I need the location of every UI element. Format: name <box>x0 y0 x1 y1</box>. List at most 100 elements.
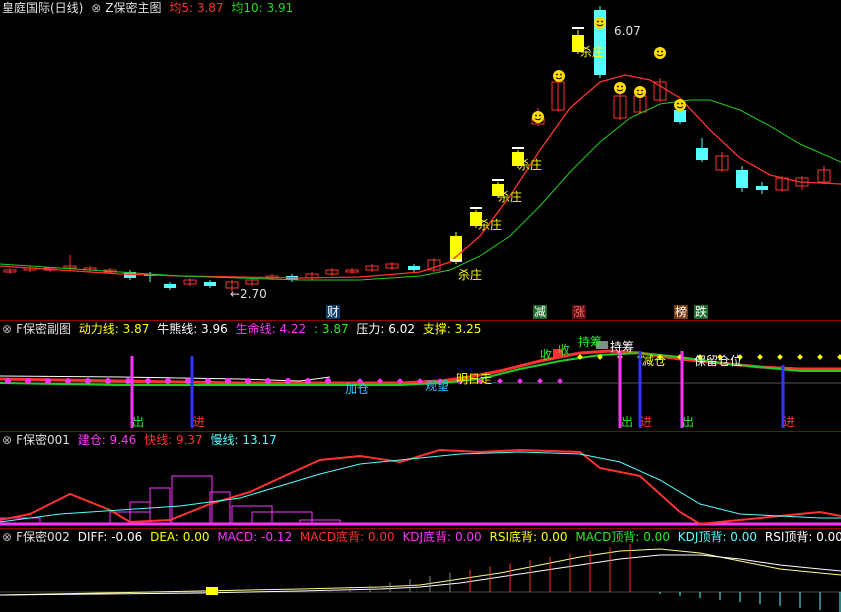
signal-dot <box>165 378 171 384</box>
signal-diamond <box>797 354 803 360</box>
sub-chart-1-panel[interactable]: ⊗ F保密副图 动力线: 3.87 牛熊线: 3.96 生命线: 4.22 : 3… <box>0 321 841 431</box>
kdj-bottom-readout: KDJ底背: 0.00 <box>402 530 482 544</box>
sub-chart-2-panel[interactable]: ⊗ F保密001 建仓: 9.46 快线: 9.37 慢线: 13.17 <box>0 432 841 528</box>
marker-bang: 榜 <box>674 305 689 319</box>
sub-chart-1-plot[interactable] <box>0 321 841 431</box>
build-bar <box>149 487 171 525</box>
signal-dash <box>572 27 584 29</box>
annotation-collect: 收 <box>558 343 571 357</box>
smiley-icon <box>674 99 686 111</box>
sub1-indicator-name[interactable]: F保密副图 <box>16 322 71 336</box>
annotation-add: 加仓 <box>345 382 370 396</box>
smiley-icon <box>634 86 646 98</box>
signal-dot <box>285 378 291 384</box>
sub-chart-2-header: ⊗ F保密001 建仓: 9.46 快线: 9.37 慢线: 13.17 <box>2 432 281 448</box>
signal-dot <box>225 378 231 384</box>
enter-signal-label: 进 <box>193 415 206 429</box>
dea-readout: DEA: 0.00 <box>150 530 210 544</box>
diff-readout: DIFF: -0.06 <box>77 530 143 544</box>
macd-bottom-readout: MACD底背: 0.00 <box>300 530 395 544</box>
dea-line <box>0 554 841 596</box>
annotation-rise: 明日走 <box>456 372 493 386</box>
annotation-hold: 持筹 <box>578 335 603 349</box>
low-price-label: ←2.70 <box>230 287 267 301</box>
fast-line-readout: 快线: 9.37 <box>144 433 203 447</box>
main-chart-panel[interactable]: 皇庭国际(日线) ⊗ Z保密主图 均5: 3.87 均10: 3.91 6.07 … <box>0 0 841 320</box>
bull-bear-readout: 牛熊线: 3.96 <box>157 322 228 336</box>
signal-dash <box>512 147 524 149</box>
signal-dot <box>145 378 151 384</box>
signal-dot <box>325 378 331 384</box>
smiley-icon-eye <box>641 89 643 92</box>
rsi-top-readout: RSI顶背: 0.00 <box>764 530 841 544</box>
candle-body <box>696 148 708 160</box>
smiley-icon-eye <box>677 102 679 105</box>
high-price-label: 6.07 <box>614 24 641 38</box>
exit-signal-label: 出 <box>621 415 634 429</box>
candle-body <box>756 186 768 190</box>
build-readout: 建仓: 9.46 <box>77 433 137 447</box>
annotation-watch: 观望 <box>425 379 450 393</box>
collapse-icon[interactable]: ⊗ <box>2 322 12 336</box>
collapse-icon[interactable]: ⊗ <box>2 530 12 544</box>
sub-chart-3-panel[interactable]: ⊗ F保密002 DIFF: -0.06 DEA: 0.00 MACD: -0.1… <box>0 529 841 612</box>
build-bar <box>209 491 231 525</box>
marker-die: 跌 <box>694 305 709 319</box>
ma10-line <box>0 99 841 281</box>
extra-readout: : 3.87 <box>314 322 349 336</box>
signal-dot <box>5 378 11 384</box>
smiley-icon-eye <box>661 50 663 53</box>
signal-dot <box>185 378 191 384</box>
pressure-readout: 压力: 6.02 <box>356 322 415 336</box>
sub-chart-1-header: ⊗ F保密副图 动力线: 3.87 牛熊线: 3.96 生命线: 4.22 : 3… <box>2 321 485 337</box>
annotation-collect: 收 <box>540 348 553 362</box>
smiley-icon <box>532 111 544 123</box>
candle-body <box>736 170 748 188</box>
candle-body <box>408 266 420 270</box>
build-bar <box>251 511 313 525</box>
signal-dot <box>45 378 51 384</box>
signal-dot <box>105 378 111 384</box>
signal-dot <box>25 378 31 384</box>
signal-diamond <box>837 354 841 360</box>
enter-signal-label: 进 <box>640 415 653 429</box>
smiley-icon <box>614 82 626 94</box>
power-line-readout: 动力线: 3.87 <box>78 322 150 336</box>
signal-dot <box>85 378 91 384</box>
smiley-icon-eye <box>560 73 562 76</box>
smiley-icon-eye <box>601 20 603 23</box>
kdj-top-readout: KDJ顶背: 0.00 <box>677 530 758 544</box>
candlestick-chart[interactable] <box>0 0 841 320</box>
signal-diamond <box>757 354 763 360</box>
sell-signal-label: 杀庄 <box>458 268 483 282</box>
fast-line <box>0 448 841 526</box>
collapse-icon[interactable]: ⊗ <box>2 433 12 447</box>
signal-dash <box>450 259 462 261</box>
smiley-icon <box>553 70 565 82</box>
sell-signal-label: 杀庄 <box>478 218 503 232</box>
sell-signal-label: 杀庄 <box>518 158 543 172</box>
sub3-indicator-name[interactable]: F保密002 <box>16 530 70 544</box>
diff-line <box>0 548 841 596</box>
candle-body <box>164 284 176 288</box>
signal-dot <box>305 378 311 384</box>
signal-dash <box>470 207 482 209</box>
smiley-icon <box>594 17 606 29</box>
enter-signal-label: 进 <box>783 415 796 429</box>
smiley-icon-eye <box>539 114 541 117</box>
life-line-readout: 生命线: 4.22 <box>235 322 307 336</box>
smiley-icon-eye <box>535 114 537 117</box>
macd-readout: MACD: -0.12 <box>217 530 293 544</box>
exit-signal-label: 出 <box>682 415 695 429</box>
signal-block <box>206 587 218 595</box>
rsi-bottom-readout: RSI底背: 0.00 <box>489 530 568 544</box>
marker-zhang: 涨 <box>572 305 587 319</box>
sub2-indicator-name[interactable]: F保密001 <box>16 433 70 447</box>
smiley-icon-eye <box>657 50 659 53</box>
ma5-line <box>0 74 841 279</box>
exit-signal-label: 出 <box>132 415 145 429</box>
macd-top-readout: MACD顶背: 0.00 <box>575 530 670 544</box>
smiley-icon-eye <box>617 85 619 88</box>
marker-jian: 减 <box>533 305 548 319</box>
smiley-icon-eye <box>556 73 558 76</box>
